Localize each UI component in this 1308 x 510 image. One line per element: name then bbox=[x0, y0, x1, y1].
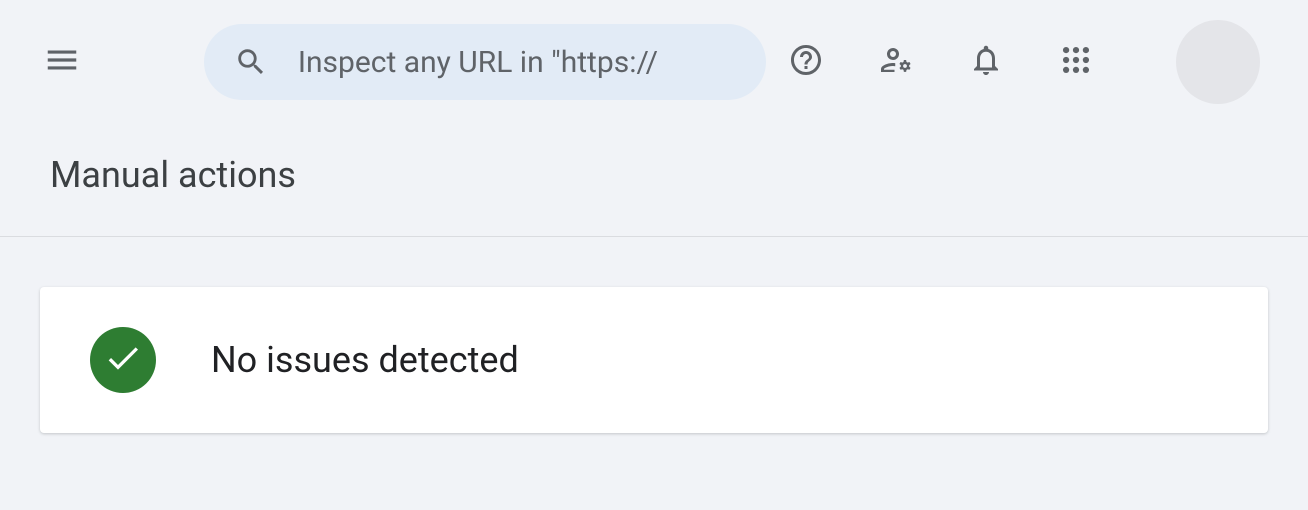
hamburger-icon bbox=[43, 41, 81, 83]
page-title: Manual actions bbox=[50, 154, 1258, 196]
content-area: No issues detected bbox=[0, 237, 1308, 483]
status-card: No issues detected bbox=[40, 287, 1268, 433]
status-text: No issues detected bbox=[211, 339, 519, 381]
status-badge bbox=[90, 327, 156, 393]
apps-grid-icon bbox=[1059, 43, 1093, 81]
bell-icon bbox=[968, 42, 1004, 82]
top-bar bbox=[0, 0, 1308, 124]
page-title-section: Manual actions bbox=[0, 124, 1308, 237]
notifications-button[interactable] bbox=[966, 42, 1006, 82]
menu-button[interactable] bbox=[40, 38, 84, 86]
user-gear-icon bbox=[878, 42, 914, 82]
search-icon bbox=[234, 45, 268, 79]
user-settings-button[interactable] bbox=[876, 42, 916, 82]
help-button[interactable] bbox=[786, 42, 826, 82]
search-input[interactable] bbox=[298, 45, 736, 80]
apps-button[interactable] bbox=[1056, 42, 1096, 82]
search-bar[interactable] bbox=[204, 24, 766, 100]
top-icons bbox=[786, 20, 1260, 104]
checkmark-icon bbox=[103, 338, 143, 382]
help-icon bbox=[788, 42, 824, 82]
avatar[interactable] bbox=[1176, 20, 1260, 104]
